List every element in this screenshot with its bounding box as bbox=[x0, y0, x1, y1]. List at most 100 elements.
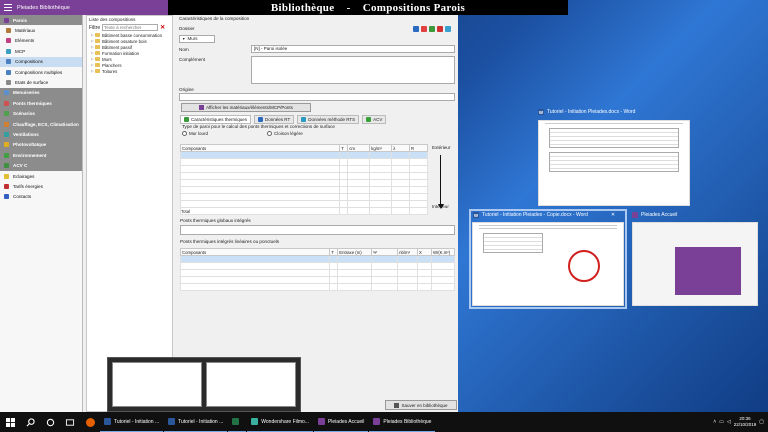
sidebar-item[interactable]: Scénarios bbox=[0, 108, 82, 119]
table-row[interactable] bbox=[179, 269, 456, 277]
app-title: Pleiades Bibliothèque bbox=[17, 4, 70, 11]
sidebar-item[interactable]: Photovoltaïque bbox=[0, 139, 82, 151]
column-header[interactable]: T bbox=[339, 144, 349, 152]
column-header[interactable]: Composants bbox=[179, 144, 341, 152]
table-cell bbox=[391, 172, 411, 180]
volume-icon[interactable]: ◁ bbox=[727, 419, 731, 425]
hamburger-menu-icon[interactable] bbox=[0, 0, 15, 15]
taskbar-app-button[interactable]: Pleiades Accueil bbox=[313, 412, 369, 432]
pdf-icon[interactable] bbox=[437, 26, 443, 32]
thumbnail-word-1[interactable] bbox=[112, 362, 202, 407]
table-row[interactable] bbox=[179, 172, 428, 180]
name-field[interactable]: [N] - Paroi isolée bbox=[251, 45, 455, 53]
word-window-title[interactable]: W Tutoriel - Initiation Pleiades.docx - W… bbox=[538, 109, 635, 115]
radio-heavy-wall[interactable]: Mur lourd bbox=[182, 131, 208, 136]
sidebar-item[interactable]: Eclairages bbox=[0, 171, 82, 181]
taskbar-app-button[interactable] bbox=[228, 412, 247, 432]
column-header[interactable]: R bbox=[409, 144, 428, 152]
origin-field[interactable] bbox=[179, 93, 455, 101]
table-row[interactable] bbox=[179, 200, 428, 208]
column-header[interactable]: kg/m² bbox=[369, 144, 393, 152]
sidebar-item[interactable]: ACV C bbox=[0, 160, 82, 171]
start-windows-icon[interactable] bbox=[0, 412, 20, 432]
show-materials-button[interactable]: Afficher les matériaux/éléments/MCP/Pont… bbox=[181, 103, 311, 112]
column-header[interactable]: T bbox=[329, 248, 339, 256]
tree-item-label: Bâtiment ossature bois bbox=[102, 38, 147, 44]
global-bridges-field[interactable] bbox=[180, 225, 455, 235]
task-view-icon[interactable] bbox=[60, 412, 80, 432]
column-header[interactable]: X bbox=[417, 248, 432, 256]
column-header[interactable]: nb/m² bbox=[397, 248, 419, 256]
tab[interactable]: Données RT bbox=[254, 115, 295, 124]
word-window-preview[interactable] bbox=[538, 120, 690, 206]
export-icon[interactable] bbox=[445, 26, 451, 32]
globe-icon[interactable] bbox=[413, 26, 419, 32]
sidebar-item[interactable]: Environnement bbox=[0, 150, 82, 161]
search-icon[interactable] bbox=[20, 412, 40, 432]
column-header[interactable]: cm bbox=[347, 144, 371, 152]
filter-input[interactable] bbox=[102, 24, 159, 31]
table-row[interactable] bbox=[179, 165, 428, 173]
taskbar-app-button[interactable]: Tutoriel - Initiation ... bbox=[100, 412, 164, 432]
table-cell bbox=[430, 283, 456, 291]
total-row: Total bbox=[179, 207, 428, 215]
column-header[interactable]: λ bbox=[391, 144, 411, 152]
sidebar-item[interactable]: Compositions multiples bbox=[0, 67, 82, 77]
notifications-icon[interactable]: ▢ bbox=[759, 419, 764, 425]
pleiades-home-title[interactable]: Pleiades Accueil bbox=[632, 212, 677, 218]
sidebar-item[interactable]: MCP bbox=[0, 46, 82, 56]
network-icon[interactable]: ▭ bbox=[719, 419, 724, 425]
table-row[interactable] bbox=[179, 276, 456, 284]
table-row[interactable] bbox=[179, 158, 428, 166]
sidebar-item[interactable]: Ponts thermiques bbox=[0, 98, 82, 109]
column-header[interactable]: Entraxe (m) bbox=[337, 248, 373, 256]
complement-field[interactable] bbox=[251, 56, 455, 84]
sidebar-item[interactable]: Compositions bbox=[0, 56, 82, 67]
clock[interactable]: 20:36 22/10/2019 bbox=[734, 416, 757, 428]
table-row[interactable] bbox=[179, 186, 428, 194]
table-row[interactable] bbox=[179, 255, 456, 263]
sidebar-item-label: Tarifs énergies bbox=[13, 183, 43, 189]
column-header[interactable]: Composants bbox=[179, 248, 331, 256]
folder-select[interactable]: ▼ Murs bbox=[179, 35, 215, 43]
close-icon[interactable]: ✕ bbox=[611, 212, 615, 218]
radio-light-partition[interactable]: Cloison légère bbox=[267, 131, 303, 136]
column-header[interactable]: W/(K.m²) bbox=[430, 248, 456, 256]
sidebar-item[interactable]: Etats de surface bbox=[0, 77, 82, 87]
radio-circle-icon bbox=[182, 131, 187, 136]
save-library-button[interactable]: Sauver en bibliothèque bbox=[385, 400, 457, 410]
thumbnail-word-2[interactable] bbox=[206, 362, 296, 407]
table-row[interactable] bbox=[179, 151, 428, 159]
sidebar-item[interactable]: Chauffage, ECS, Climatisation bbox=[0, 118, 82, 130]
clear-filter-icon[interactable]: ✕ bbox=[160, 24, 165, 31]
sidebar-item[interactable]: Eléments bbox=[0, 36, 82, 46]
tab[interactable]: Caractéristiques thermiques bbox=[180, 115, 252, 124]
firefox-icon[interactable] bbox=[80, 412, 100, 432]
column-header[interactable]: Ψ bbox=[371, 248, 399, 256]
tab[interactable]: Données méthode RTS bbox=[297, 115, 360, 124]
sidebar-item[interactable]: Ventilations bbox=[0, 129, 82, 140]
taskbar-app-button[interactable]: Tutoriel - Initiation ... bbox=[164, 412, 228, 432]
taskbar-app-button[interactable]: Pleiades Bibliothèque bbox=[369, 412, 436, 432]
table-row[interactable] bbox=[179, 283, 456, 291]
tree-folder-item[interactable]: ▷ Toitures bbox=[87, 68, 172, 74]
taskbar-app-label: Pleiades Accueil bbox=[327, 418, 365, 425]
tools-icon[interactable] bbox=[429, 26, 435, 32]
word-copy-title[interactable]: W Tutoriel - Initiation Pleiades - Copie.… bbox=[473, 212, 615, 218]
table-row[interactable] bbox=[179, 193, 428, 201]
cortana-icon[interactable] bbox=[40, 412, 60, 432]
chart-icon[interactable] bbox=[421, 26, 427, 32]
sidebar-item[interactable]: Menuiseries bbox=[0, 87, 82, 99]
pleiades-home-preview[interactable] bbox=[632, 222, 758, 306]
sidebar-item[interactable]: Contacts bbox=[0, 192, 82, 202]
sidebar-item[interactable]: Parois bbox=[0, 15, 82, 26]
sidebar-item[interactable]: Tarifs énergies bbox=[0, 181, 82, 191]
sidebar-item[interactable]: Matériaux bbox=[0, 25, 82, 35]
clock-date: 22/10/2019 bbox=[733, 422, 757, 427]
table-cell bbox=[329, 262, 339, 270]
table-row[interactable] bbox=[179, 262, 456, 270]
tab[interactable]: ACV bbox=[362, 115, 387, 124]
table-row[interactable] bbox=[179, 179, 428, 187]
chevron-up-icon[interactable]: ˄ bbox=[713, 419, 716, 425]
taskbar-app-button[interactable]: Wondershare Filmo... bbox=[247, 412, 313, 432]
